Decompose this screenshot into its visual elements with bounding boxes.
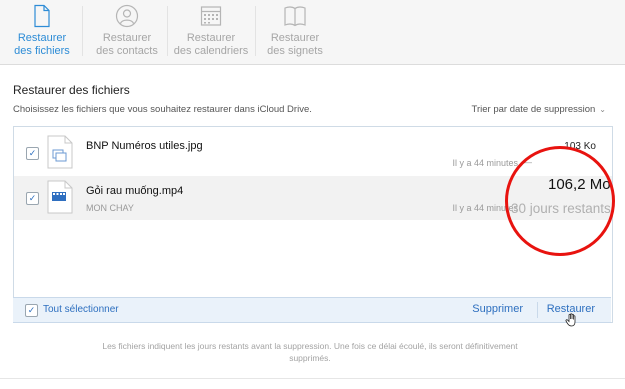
- highlight-circle: [505, 146, 615, 256]
- tab-restore-files[interactable]: Restaurer des fichiers: [4, 0, 80, 64]
- tab-label-line1: Restaurer: [102, 32, 152, 44]
- tab-restore-bookmarks[interactable]: Restaurer des signets: [258, 0, 332, 64]
- image-file-icon: [47, 135, 73, 169]
- tab-label-line2: des contacts: [96, 45, 158, 57]
- delete-button[interactable]: Supprimer: [472, 303, 523, 315]
- tab-label-line2: des signets: [267, 45, 323, 57]
- tab-divider: [82, 6, 83, 56]
- tab-label-line1: Restaurer: [186, 32, 236, 44]
- tab-label-line1: Restaurer: [17, 32, 67, 44]
- document-icon: [34, 4, 50, 28]
- tab-restore-contacts[interactable]: Restaurer des contacts: [84, 0, 170, 64]
- file-name: Gỏi rau muống.mp4: [86, 185, 184, 197]
- video-file-icon: [47, 180, 73, 214]
- bookmark-icon: [284, 6, 306, 27]
- tab-divider: [255, 6, 256, 56]
- file-folder: MON CHAY: [86, 203, 134, 213]
- tab-restore-calendars[interactable]: Restaurer des calendriers: [169, 0, 253, 64]
- file-checkbox[interactable]: ✓: [26, 192, 39, 205]
- select-all-checkbox[interactable]: ✓: [25, 304, 38, 317]
- chevron-down-icon: ⌄: [599, 105, 606, 114]
- list-footer: ✓ Tout sélectionner Supprimer Restaurer: [13, 297, 611, 323]
- file-deleted-time: Il y a 44 minutes: [452, 158, 518, 168]
- select-all-label[interactable]: Tout sélectionner: [43, 304, 119, 315]
- bottom-divider: [0, 378, 625, 379]
- calendar-icon: [200, 6, 222, 26]
- page-subtitle: Choisissez les fichiers que vous souhait…: [13, 104, 312, 115]
- file-checkbox[interactable]: ✓: [26, 147, 39, 160]
- tab-label-line2: des calendriers: [173, 45, 249, 57]
- tab-label-line2: des fichiers: [14, 45, 70, 57]
- sort-dropdown[interactable]: Trier par date de suppression ⌄: [472, 104, 606, 115]
- info-note: Les fichiers indiquent les jours restant…: [102, 341, 518, 363]
- file-name: BNP Numéros utiles.jpg: [86, 140, 203, 152]
- contact-icon: [115, 4, 139, 28]
- tab-label-line1: Restaurer: [270, 32, 320, 44]
- sort-label: Trier par date de suppression: [471, 104, 596, 115]
- tab-divider: [167, 6, 168, 56]
- hand-cursor-icon: [565, 313, 576, 327]
- page-title: Restaurer des fichiers: [13, 83, 130, 97]
- footer-divider: [537, 302, 538, 318]
- tab-bar: Restaurer des fichiers Restaurer des conta…: [0, 0, 625, 65]
